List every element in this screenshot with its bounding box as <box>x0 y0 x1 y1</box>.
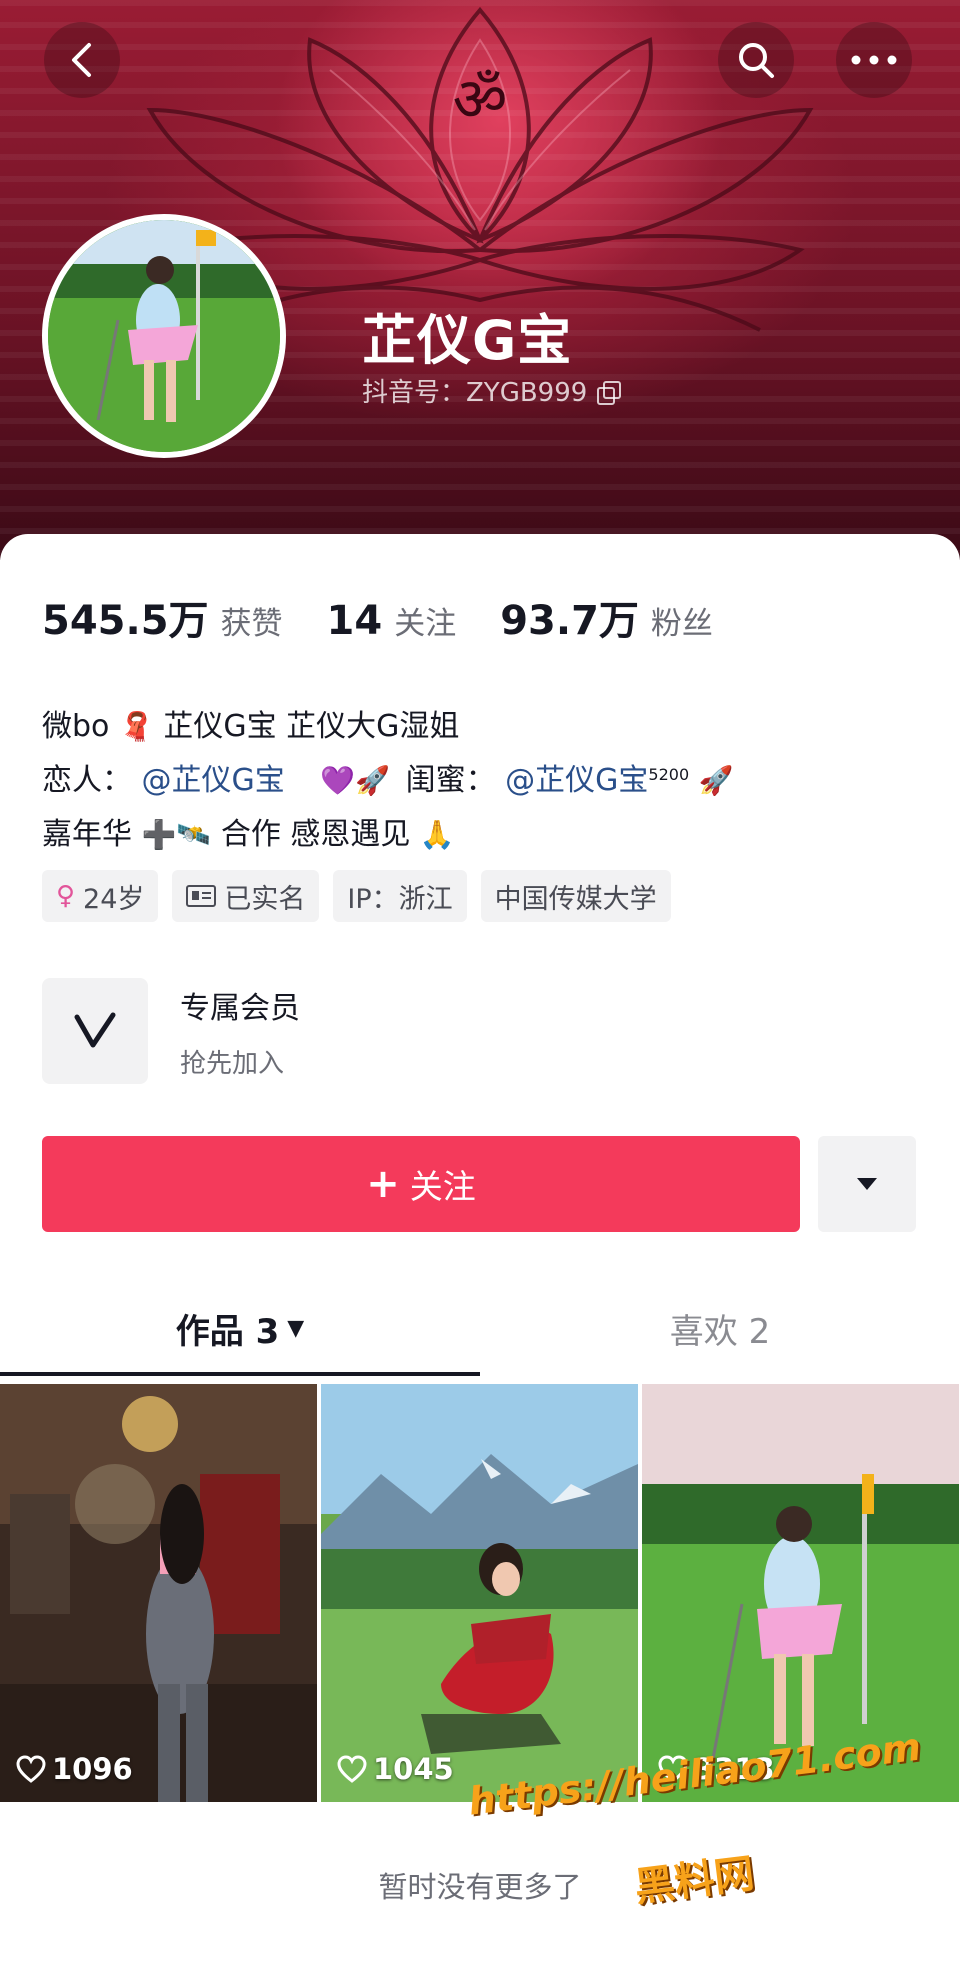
bio-text: 微bo <box>42 709 110 744</box>
bio-text: 合作 感恩遇见 <box>220 817 411 852</box>
heart-icon <box>16 1755 46 1783</box>
stats-row: 545.5万 获赞 14 关注 93.7万 粉丝 <box>42 588 757 646</box>
tag-ip-label: IP：浙江 <box>347 883 453 915</box>
tag-age-label: 24岁 <box>83 883 145 915</box>
bio-text: 恋人： <box>42 763 132 798</box>
back-button[interactable] <box>44 22 120 98</box>
member-v-icon <box>74 1012 116 1048</box>
caret-down-icon <box>857 1178 877 1190</box>
stat-likes-label: 获赞 <box>220 606 283 642</box>
tab-works[interactable]: 作品 3 ▼ <box>0 1278 480 1378</box>
stat-following-value: 14 <box>326 598 383 644</box>
svg-text:ॐ: ॐ <box>453 65 508 135</box>
female-icon: ♀ <box>56 881 76 911</box>
follow-label: 关注 <box>409 1167 476 1206</box>
video-likes-count: 1045 <box>373 1752 454 1786</box>
heart-icon <box>337 1755 367 1783</box>
bio: 微bo 🧣 芷仪G宝 芷仪大G湿姐 恋人： @芷仪G宝 💜🚀 闺蜜： @芷仪G宝… <box>42 700 922 862</box>
tab-indicator <box>0 1372 480 1376</box>
caret-down-icon: ▼ <box>287 1315 305 1341</box>
search-button[interactable] <box>718 22 794 98</box>
member-logo <box>42 978 148 1084</box>
douyin-id-text: 抖音号：ZYGB999 <box>362 378 588 408</box>
tab-likes-label: 喜欢 2 <box>669 1311 771 1352</box>
avatar-image <box>48 220 280 452</box>
bio-text: 闺蜜： <box>405 763 496 798</box>
id-card-icon <box>186 885 217 907</box>
video-thumbnail-image <box>321 1384 638 1802</box>
douyin-id: 抖音号：ZYGB999 <box>362 372 622 409</box>
scarf-emoji: 🧣 <box>118 710 154 743</box>
stat-following[interactable]: 14 关注 <box>327 598 457 644</box>
tag-verified-label: 已实名 <box>224 883 306 915</box>
exclusive-member-entry[interactable]: 专属会员 抢先加入 <box>42 978 300 1084</box>
tab-likes[interactable]: 喜欢 2 <box>480 1278 960 1378</box>
tag-age: ♀ 24岁 <box>42 870 159 922</box>
lover-mention-link[interactable]: @芷仪G宝 <box>142 763 285 798</box>
recommend-dropdown-button[interactable] <box>818 1136 916 1232</box>
member-title: 专属会员 <box>180 990 300 1026</box>
content-tabs: 作品 3 ▼ 喜欢 2 <box>0 1278 960 1378</box>
stat-followers-label: 粉丝 <box>650 606 713 642</box>
stat-followers-value: 93.7万 <box>500 598 639 644</box>
avatar[interactable] <box>42 214 286 458</box>
profile-banner: ॐ 芷仪G宝 抖音号：ZYGB999 <box>0 0 960 560</box>
bio-line-3: 嘉年华 ➕🛰️ 合作 感恩遇见 🙏 <box>42 808 922 862</box>
tag-school[interactable]: 中国传媒大学 <box>480 870 671 922</box>
bio-line-2: 恋人： @芷仪G宝 💜🚀 闺蜜： @芷仪G宝5200 🚀 <box>42 754 922 808</box>
plus-icon: + <box>366 1161 400 1207</box>
stat-likes-value: 545.5万 <box>42 598 209 644</box>
profile-name: 芷仪G宝 <box>362 309 573 372</box>
no-more-content-note: 暂时没有更多了 <box>378 1870 582 1904</box>
stat-followers[interactable]: 93.7万 粉丝 <box>500 588 713 646</box>
member-subtitle: 抢先加入 <box>180 1048 285 1079</box>
video-likes-count: 1096 <box>52 1752 133 1786</box>
member-text: 专属会员 抢先加入 <box>180 983 300 1080</box>
bio-superscript: 5200 <box>648 765 690 784</box>
more-button[interactable] <box>836 22 912 98</box>
video-thumbnail[interactable]: 1096 <box>0 1384 317 1802</box>
tab-works-label: 作品 3 <box>175 1311 280 1352</box>
search-icon <box>739 43 774 78</box>
heart-rocket-emoji: 💜🚀 <box>320 764 391 797</box>
pray-emoji: 🙏 <box>419 818 455 851</box>
bio-text: 芷仪G宝 芷仪大G湿姐 <box>163 709 460 744</box>
video-likes: 1096 <box>16 1752 133 1786</box>
stat-following-label: 关注 <box>394 606 457 642</box>
copy-icon[interactable] <box>595 379 622 405</box>
rocket-emoji: 🚀 <box>698 764 734 797</box>
tag-school-label: 中国传媒大学 <box>494 883 657 915</box>
tag-ip: IP：浙江 <box>333 870 467 922</box>
follow-button[interactable]: + 关注 <box>42 1136 800 1232</box>
bio-text: 嘉年华 <box>42 817 132 852</box>
profile-tags: ♀ 24岁 已实名 IP：浙江 中国传媒大学 <box>42 870 671 922</box>
video-thumbnail-image <box>0 1384 317 1802</box>
bestie-mention-link[interactable]: @芷仪G宝 <box>505 763 648 798</box>
tag-verified: 已实名 <box>172 870 320 922</box>
more-dots-icon <box>851 55 897 65</box>
video-thumbnail[interactable]: 1045 <box>321 1384 638 1802</box>
plus-satellite-emoji: ➕🛰️ <box>141 818 212 851</box>
stat-likes[interactable]: 545.5万 获赞 <box>42 588 283 646</box>
back-arrow-icon <box>72 43 91 77</box>
video-likes: 1045 <box>337 1752 454 1786</box>
bio-line-1: 微bo 🧣 芷仪G宝 芷仪大G湿姐 <box>42 700 922 754</box>
